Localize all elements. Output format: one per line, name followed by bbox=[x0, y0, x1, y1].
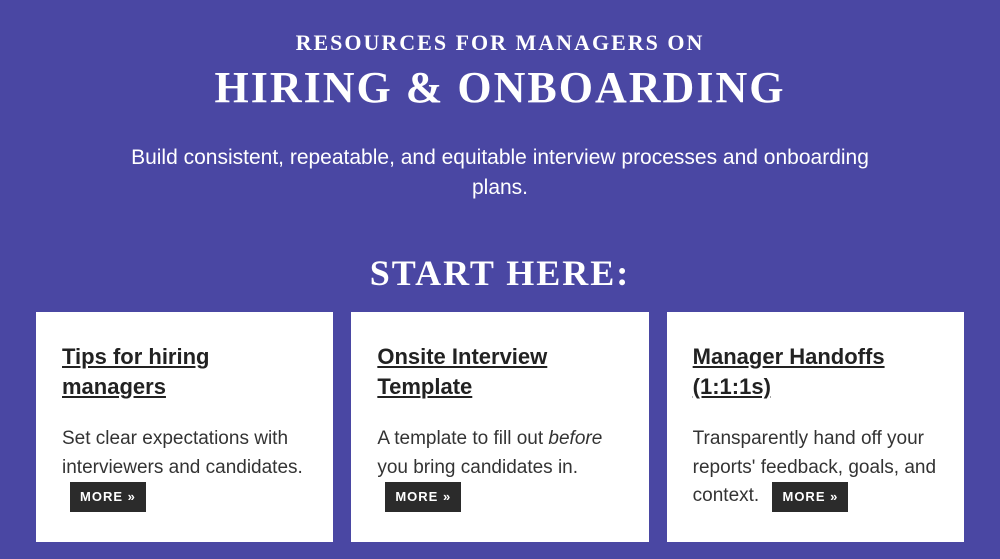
page-title: HIRING & ONBOARDING bbox=[0, 62, 1000, 113]
section-heading: START HERE: bbox=[0, 252, 1000, 294]
more-button[interactable]: MORE » bbox=[70, 482, 146, 512]
card-body-text: A template to fill out bbox=[377, 428, 548, 449]
eyebrow-text: RESOURCES FOR MANAGERS ON bbox=[0, 30, 1000, 56]
card-title-link[interactable]: Manager Handoffs (1:1:1s) bbox=[693, 342, 938, 401]
page-subtitle: Build consistent, repeatable, and equita… bbox=[120, 143, 880, 204]
card-title-link[interactable]: Tips for hiring managers bbox=[62, 342, 307, 401]
card-body: A template to fill out before you bring … bbox=[377, 425, 622, 512]
card-body-post: you bring candidates in. bbox=[377, 457, 578, 478]
card-tips-for-hiring-managers: Tips for hiring managers Set clear expec… bbox=[36, 312, 333, 542]
card-body-text: Set clear expectations with interviewers… bbox=[62, 428, 303, 478]
card-body: Set clear expectations with interviewers… bbox=[62, 425, 307, 512]
card-title-link[interactable]: Onsite Interview Template bbox=[377, 342, 622, 401]
page-root: RESOURCES FOR MANAGERS ON HIRING & ONBOA… bbox=[0, 0, 1000, 559]
card-row: Tips for hiring managers Set clear expec… bbox=[0, 294, 1000, 542]
card-manager-handoffs: Manager Handoffs (1:1:1s) Transparently … bbox=[667, 312, 964, 542]
card-body: Transparently hand off your reports' fee… bbox=[693, 425, 938, 512]
card-body-em: before bbox=[548, 428, 602, 449]
card-onsite-interview-template: Onsite Interview Template A template to … bbox=[351, 312, 648, 542]
more-button[interactable]: MORE » bbox=[772, 482, 848, 512]
more-button[interactable]: MORE » bbox=[385, 482, 461, 512]
